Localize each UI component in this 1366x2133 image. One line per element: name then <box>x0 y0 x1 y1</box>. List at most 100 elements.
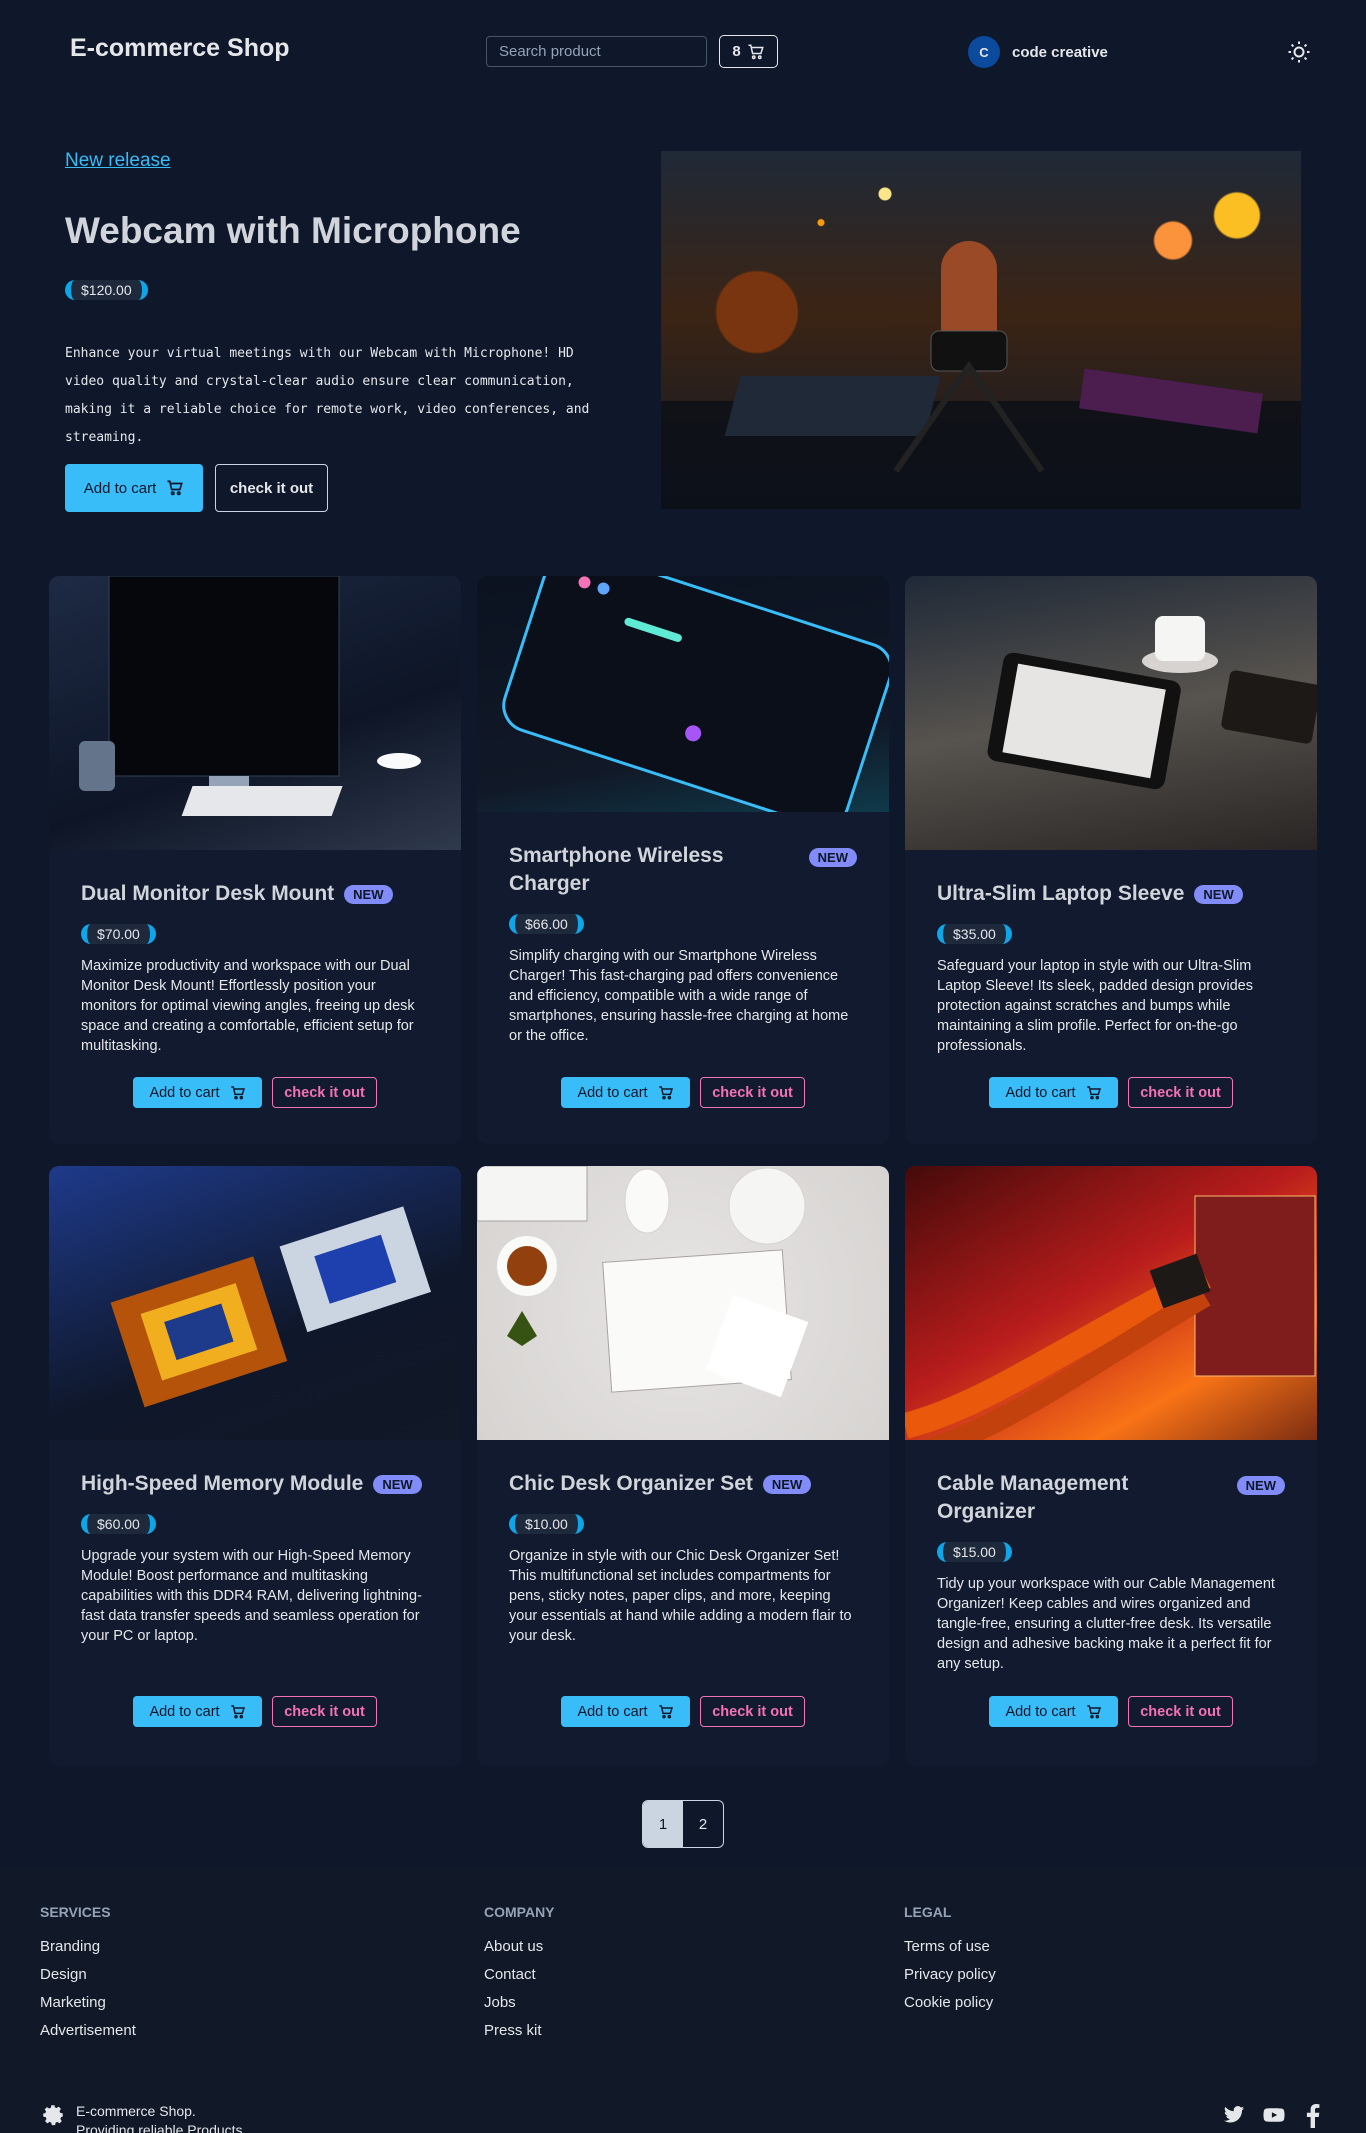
hero-check-it-out-button[interactable]: check it out <box>215 464 328 512</box>
add-to-cart-button[interactable]: Add to cart <box>133 1696 262 1727</box>
footer-services: SERVICES Branding Design Marketing Adver… <box>40 1904 136 2050</box>
add-to-cart-button[interactable]: Add to cart <box>989 1696 1118 1727</box>
product-price: $15.00 <box>937 1542 1012 1562</box>
sun-icon <box>1288 41 1310 63</box>
new-release-link[interactable]: New release <box>65 150 171 172</box>
product-price: $60.00 <box>81 1514 156 1534</box>
product-description: Upgrade your system with our High-Speed … <box>81 1548 422 1644</box>
hero-price: $120.00 <box>65 280 148 300</box>
add-to-cart-button[interactable]: Add to cart <box>989 1077 1118 1108</box>
footer-brand-line-1: E-commerce Shop. <box>76 2103 196 2119</box>
add-to-cart-button[interactable]: Add to cart <box>133 1077 262 1108</box>
cart-button[interactable]: 8 <box>719 35 778 68</box>
cart-icon <box>1086 1085 1101 1099</box>
product-card: Ultra-Slim Laptop Sleeve NEW $35.00 Safe… <box>905 576 1317 1144</box>
footer-link-advertisement[interactable]: Advertisement <box>40 2022 136 2040</box>
new-badge: NEW <box>1194 884 1243 904</box>
product-title[interactable]: Dual Monitor Desk Mount <box>81 880 334 908</box>
footer-brand: E-commerce Shop. Providing reliable Prod… <box>40 2102 243 2133</box>
footer-link-cookie[interactable]: Cookie policy <box>904 1994 996 2012</box>
product-price: $35.00 <box>937 924 1012 944</box>
check-it-out-button[interactable]: check it out <box>272 1077 377 1108</box>
footer-link-privacy[interactable]: Privacy policy <box>904 1966 996 1984</box>
check-it-out-button[interactable]: check it out <box>1128 1696 1233 1727</box>
footer-heading-company: COMPANY <box>484 1904 555 1920</box>
new-badge: NEW <box>344 884 393 904</box>
facebook-link[interactable] <box>1305 2104 1321 2133</box>
footer-link-branding[interactable]: Branding <box>40 1938 136 1956</box>
twitter-icon <box>1223 2106 1245 2123</box>
add-to-cart-button[interactable]: Add to cart <box>561 1077 690 1108</box>
page-button-2[interactable]: 2 <box>683 1801 723 1847</box>
product-card: High-Speed Memory Module NEW $60.00 Upgr… <box>49 1166 461 1766</box>
cart-icon <box>748 44 764 59</box>
search-input[interactable] <box>486 36 707 67</box>
footer-link-marketing[interactable]: Marketing <box>40 1994 136 2012</box>
product-title[interactable]: High-Speed Memory Module <box>81 1470 363 1498</box>
cart-icon <box>658 1085 673 1099</box>
add-to-cart-label: Add to cart <box>1005 1703 1076 1720</box>
add-to-cart-label: Add to cart <box>149 1703 220 1720</box>
footer: SERVICES Branding Design Marketing Adver… <box>0 1868 1366 2133</box>
card-actions: Add to cart check it out <box>477 1077 889 1108</box>
footer-link-press-kit[interactable]: Press kit <box>484 2022 555 2040</box>
footer-brand-line-2: Providing reliable Products <box>76 2122 243 2133</box>
product-description: Simplify charging with our Smartphone Wi… <box>509 948 849 1044</box>
hero-description: Enhance your virtual meetings with our W… <box>65 346 590 445</box>
new-badge: NEW <box>373 1474 422 1494</box>
footer-company: COMPANY About us Contact Jobs Press kit <box>484 1904 555 2050</box>
product-price: $70.00 <box>81 924 156 944</box>
product-title[interactable]: Chic Desk Organizer Set <box>509 1470 753 1498</box>
check-it-out-button[interactable]: check it out <box>272 1696 377 1727</box>
gear-icon <box>43 2105 63 2126</box>
twitter-link[interactable] <box>1222 2104 1246 2131</box>
product-title[interactable]: Ultra-Slim Laptop Sleeve <box>937 880 1184 908</box>
add-to-cart-button[interactable]: Add to cart <box>561 1696 690 1727</box>
hero-add-to-cart-button[interactable]: Add to cart <box>65 464 203 512</box>
card-actions: Add to cart check it out <box>905 1077 1317 1108</box>
footer-link-about[interactable]: About us <box>484 1938 555 1956</box>
youtube-link[interactable] <box>1261 2104 1287 2131</box>
hero-add-to-cart-label: Add to cart <box>83 479 157 497</box>
brand-title[interactable]: E-commerce Shop <box>70 34 290 63</box>
cart-icon <box>230 1085 245 1099</box>
card-actions: Add to cart check it out <box>477 1696 889 1727</box>
footer-link-jobs[interactable]: Jobs <box>484 1994 555 2012</box>
product-card: Smartphone Wireless Charger NEW $66.00 S… <box>477 576 889 1144</box>
theme-toggle[interactable] <box>1285 38 1313 66</box>
cart-icon <box>230 1704 245 1718</box>
add-to-cart-label: Add to cart <box>1005 1084 1076 1101</box>
page-button-1[interactable]: 1 <box>643 1801 683 1847</box>
product-description: Tidy up your workspace with our Cable Ma… <box>937 1576 1275 1672</box>
footer-link-terms[interactable]: Terms of use <box>904 1938 996 1956</box>
card-actions: Add to cart check it out <box>49 1077 461 1108</box>
product-card: Cable Management Organizer NEW $15.00 Ti… <box>905 1166 1317 1766</box>
new-badge: NEW <box>808 848 857 867</box>
footer-link-design[interactable]: Design <box>40 1966 136 1984</box>
product-image <box>49 1166 461 1440</box>
facebook-icon <box>1306 2104 1320 2128</box>
product-description: Maximize productivity and workspace with… <box>81 958 415 1054</box>
check-it-out-button[interactable]: check it out <box>1128 1077 1233 1108</box>
add-to-cart-label: Add to cart <box>577 1084 648 1101</box>
cart-count: 8 <box>732 43 741 60</box>
product-card: Chic Desk Organizer Set NEW $10.00 Organ… <box>477 1166 889 1766</box>
footer-link-contact[interactable]: Contact <box>484 1966 555 1984</box>
user-name: code creative <box>1012 43 1108 61</box>
pagination: 1 2 <box>642 1800 724 1848</box>
cart-icon <box>167 480 184 496</box>
add-to-cart-label: Add to cart <box>577 1703 648 1720</box>
user-menu[interactable]: C code creative <box>968 36 1108 68</box>
new-badge: NEW <box>762 1474 812 1494</box>
product-title[interactable]: Smartphone Wireless Charger <box>509 842 739 898</box>
navbar: E-commerce Shop 8 C code creative <box>0 0 1366 104</box>
product-price: $10.00 <box>509 1514 584 1534</box>
check-it-out-button[interactable]: check it out <box>700 1696 805 1727</box>
hero-product-image <box>661 151 1301 509</box>
product-description: Organize in style with our Chic Desk Org… <box>509 1548 852 1644</box>
footer-heading-legal: LEGAL <box>904 1904 952 1920</box>
product-title[interactable]: Cable Management Organizer <box>937 1470 1157 1526</box>
check-it-out-button[interactable]: check it out <box>700 1077 805 1108</box>
product-image <box>905 1166 1317 1467</box>
footer-heading-services: SERVICES <box>40 1904 111 1920</box>
